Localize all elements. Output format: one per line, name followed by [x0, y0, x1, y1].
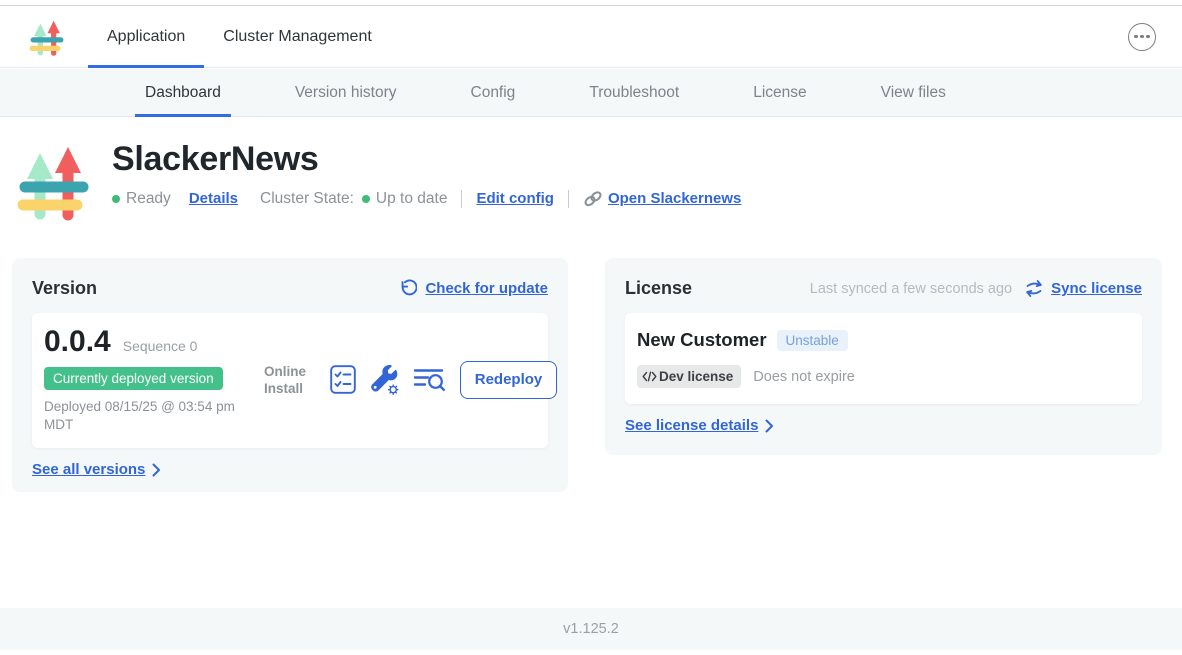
sequence-label: Sequence 0 — [123, 338, 198, 354]
page-title: SlackerNews — [112, 141, 741, 177]
deployed-timestamp: Deployed 08/15/25 @ 03:54 pm MDT — [44, 398, 264, 434]
open-app-link[interactable]: Open Slackernews — [583, 189, 741, 208]
subnav-config[interactable]: Config — [461, 69, 526, 116]
redeploy-button[interactable]: Redeploy — [460, 361, 557, 399]
license-card: License Last synced a few seconds ago Sy… — [605, 258, 1162, 455]
app-logo-large — [16, 139, 92, 223]
more-options-button[interactable] — [1128, 23, 1156, 51]
deployed-version-badge: Currently deployed version — [44, 367, 223, 390]
tab-cluster-management-label: Cluster Management — [223, 28, 372, 46]
current-version-panel: 0.0.4 Sequence 0 Currently deployed vers… — [32, 313, 548, 448]
chevron-right-icon — [765, 419, 774, 433]
tab-cluster-management[interactable]: Cluster Management — [204, 6, 391, 67]
sync-license-link[interactable]: Sync license — [1024, 279, 1142, 298]
app-sub-nav: Dashboard Version history Config Trouble… — [0, 69, 1182, 117]
license-expiry-text: Does not expire — [753, 369, 855, 385]
app-status-text: Ready — [126, 190, 171, 208]
edit-config-link[interactable]: Edit config — [476, 190, 554, 207]
version-card: Version Check for update 0.0.4 Sequence … — [12, 258, 568, 492]
app-logo-icon — [28, 17, 66, 57]
link-chain-icon — [583, 189, 603, 208]
cluster-state-value: Up to date — [376, 190, 448, 208]
console-version-text: v1.125.2 — [563, 621, 619, 637]
admin-console-page: Application Cluster Management Dashboard… — [0, 0, 1182, 655]
divider — [568, 190, 569, 208]
tab-application[interactable]: Application — [88, 6, 204, 67]
subnav-license[interactable]: License — [743, 69, 816, 116]
view-diff-logs-icon[interactable] — [413, 366, 446, 393]
see-all-versions-link[interactable]: See all versions — [32, 461, 548, 478]
license-card-title: License — [625, 278, 692, 299]
chevron-right-icon — [152, 463, 161, 477]
cluster-state-label: Cluster State: — [260, 190, 354, 208]
license-summary-panel: New Customer Unstable Dev license Does n… — [625, 313, 1142, 404]
install-type-label: Online Install — [264, 363, 316, 397]
tab-application-label: Application — [107, 28, 185, 46]
subnav-view-files[interactable]: View files — [871, 69, 956, 116]
check-for-update-link[interactable]: Check for update — [398, 279, 548, 298]
channel-badge: Unstable — [777, 330, 848, 351]
preflight-checks-icon[interactable] — [330, 365, 356, 394]
app-header: SlackerNews Ready Details Cluster State:… — [16, 139, 741, 223]
top-nav-bar: Application Cluster Management — [0, 5, 1182, 68]
app-status-dot — [112, 195, 120, 203]
subnav-dashboard[interactable]: Dashboard — [135, 69, 231, 116]
console-footer: v1.125.2 — [0, 608, 1182, 650]
cluster-state-dot — [362, 195, 370, 203]
see-license-details-link[interactable]: See license details — [625, 417, 1142, 434]
license-type-badge: Dev license — [637, 365, 741, 388]
sync-arrows-icon — [1024, 279, 1044, 298]
refresh-icon — [398, 279, 417, 298]
subnav-version-history[interactable]: Version history — [285, 69, 407, 116]
last-synced-text: Last synced a few seconds ago — [810, 281, 1012, 297]
version-number: 0.0.4 — [44, 325, 111, 359]
subnav-troubleshoot[interactable]: Troubleshoot — [579, 69, 689, 116]
code-icon — [642, 371, 657, 382]
divider — [461, 190, 462, 208]
customer-name: New Customer — [637, 329, 767, 351]
app-status-row: Ready Details Cluster State: Up to date … — [112, 189, 741, 208]
config-wrench-icon[interactable] — [370, 365, 399, 395]
ellipsis-icon — [1134, 35, 1138, 39]
version-card-title: Version — [32, 278, 97, 299]
details-link[interactable]: Details — [189, 190, 238, 207]
